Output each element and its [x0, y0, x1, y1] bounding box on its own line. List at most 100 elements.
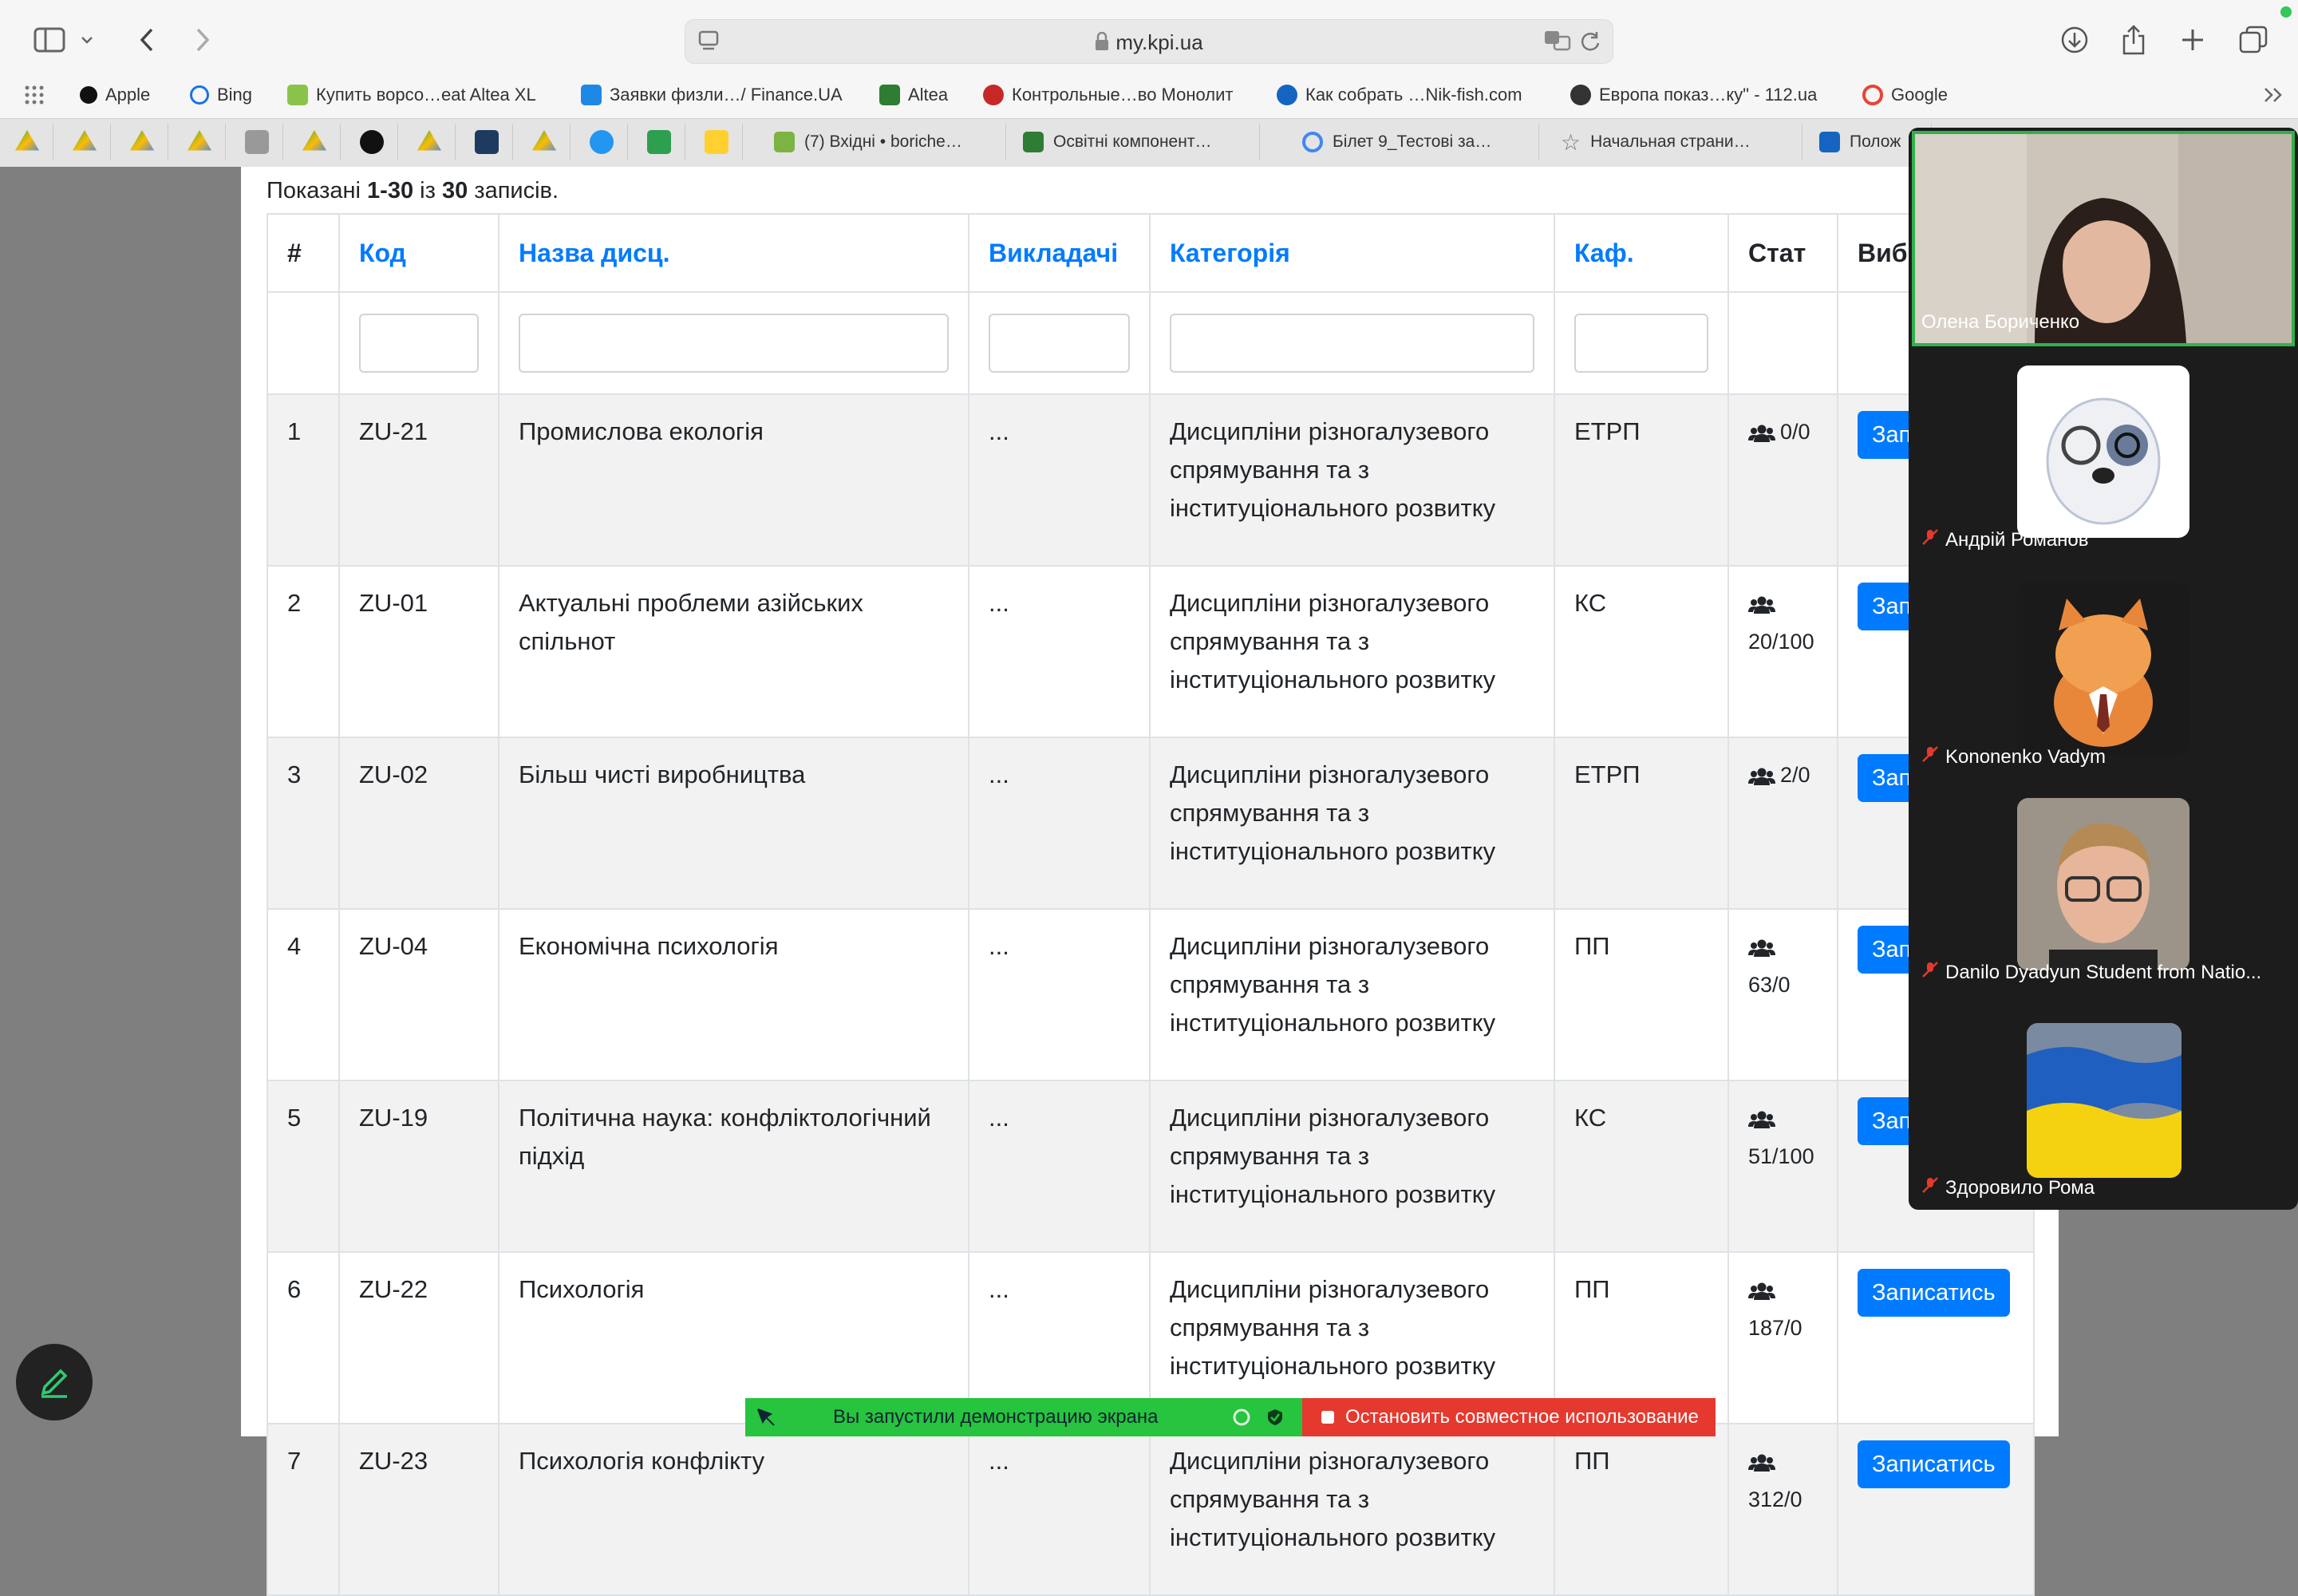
row-num: 7: [267, 1423, 340, 1596]
row-action: Записатись: [1837, 1423, 2035, 1596]
filter-category-input[interactable]: [1170, 314, 1534, 373]
more-favorites-icon[interactable]: [2263, 83, 2284, 107]
tab-inbox[interactable]: (7) Вхідні • boriche…: [758, 124, 1006, 160]
row-stat: 187/0: [1727, 1251, 1838, 1424]
page: Показані 1-30 із 30 записів. # Код Назва…: [241, 167, 2059, 1596]
drive-icon: [188, 130, 211, 151]
pinned-tab-plus[interactable]: [634, 124, 685, 160]
download-icon[interactable]: [2055, 21, 2094, 59]
row-teachers[interactable]: ...: [968, 1423, 1151, 1596]
table-row: 7 ZU-23 Психологія конфлікту... Дисципліни …: [267, 1423, 2035, 1596]
table-row: 2 ZU-01 Актуальні проблеми азійських спіль…: [267, 565, 2035, 738]
participant-tile-speaker[interactable]: Олена Бориченко: [1912, 131, 2295, 346]
tab-start-page[interactable]: ☆ Начальная страни…: [1545, 124, 1802, 160]
tab-ticket[interactable]: Білет 9_Тестові за…: [1286, 124, 1539, 160]
row-teachers[interactable]: ...: [968, 565, 1151, 738]
pinned-tab-miro[interactable]: [691, 124, 743, 160]
row-stat: 312/0: [1727, 1423, 1838, 1596]
pinned-tab-app[interactable]: [461, 124, 513, 160]
row-name: Актуальні проблеми азійських спільнот: [498, 565, 969, 738]
reload-icon[interactable]: [1579, 30, 1601, 57]
pinned-tab-drive-3[interactable]: [116, 124, 168, 160]
pinned-tab-drive-7[interactable]: [519, 124, 571, 160]
favorite-altea-xl[interactable]: Купить ворсо…eat Altea XL: [287, 83, 536, 107]
row-category: Дисципліни різногалузевого спрямування т…: [1149, 565, 1555, 738]
participant-name: Олена Бориченко: [1921, 311, 2080, 333]
pinned-tab-drive-6[interactable]: [404, 124, 456, 160]
favorites-bar: Apple Bing Купить ворсо…eat Altea XL Зая…: [0, 72, 2298, 118]
altea-icon: [879, 85, 900, 105]
row-teachers[interactable]: ...: [968, 393, 1151, 567]
tab-components[interactable]: Освітні компонент…: [1007, 124, 1260, 160]
video-call-panel: Олена Бориченко Андрій Романов Kononenko…: [1909, 128, 2298, 1210]
row-teachers[interactable]: ...: [968, 908, 1151, 1081]
sidebar-toggle-icon[interactable]: [30, 21, 69, 59]
doc-icon: [1819, 132, 1840, 152]
address-bar[interactable]: my.kpi.ua: [685, 19, 1613, 64]
favorite-112[interactable]: Европа показ…ку" - 112.ua: [1570, 83, 1817, 107]
enroll-button[interactable]: Записатись: [1858, 1269, 2010, 1317]
pinned-tab-drive-1[interactable]: [2, 124, 53, 160]
users-icon: [1748, 1449, 1780, 1473]
p-icon: [245, 130, 269, 154]
pinned-tab-p[interactable]: [231, 124, 283, 160]
filter-dept-input[interactable]: [1574, 314, 1708, 373]
forward-icon[interactable]: [184, 21, 222, 59]
new-tab-icon[interactable]: [2174, 21, 2212, 59]
stat-value: 2/0: [1780, 763, 1810, 787]
drag-handle-icon[interactable]: [755, 1406, 777, 1434]
miro-icon: [705, 130, 728, 154]
favorite-nik-fish[interactable]: Как собрать …Nik-fish.com: [1277, 83, 1522, 107]
stop-sharing-button[interactable]: Остановить совместное использование: [1302, 1398, 1716, 1436]
drive-icon: [15, 130, 39, 151]
table-row: 3 ZU-02 Більш чисті виробництва... Дисциплі…: [267, 737, 2035, 910]
mic-off-icon: [1921, 961, 1939, 984]
la-logo-icon: [287, 85, 308, 105]
col-header-teachers[interactable]: Викладачі: [968, 213, 1151, 293]
row-code: ZU-23: [338, 1423, 499, 1596]
tab-overview-icon[interactable]: [2234, 21, 2272, 59]
users-icon: [1748, 420, 1780, 444]
pinned-tab-openai[interactable]: [346, 124, 398, 160]
row-teachers[interactable]: ...: [968, 737, 1151, 910]
enroll-button[interactable]: Записатись: [1858, 1440, 2010, 1488]
translate-icon[interactable]: [1544, 30, 1571, 56]
table-row: 5 ZU-19 Політична наука: конфліктологічний…: [267, 1080, 2035, 1253]
row-code: ZU-02: [338, 737, 499, 910]
chevron-down-icon[interactable]: [75, 21, 99, 59]
col-header-stat: Стат: [1727, 213, 1838, 293]
favorite-bing[interactable]: Bing: [190, 83, 252, 107]
row-stat: 51/100: [1727, 1080, 1838, 1253]
grid-icon[interactable]: [24, 83, 45, 107]
favorite-monolit[interactable]: Контрольные…во Монолит: [983, 83, 1233, 107]
back-icon[interactable]: [128, 21, 166, 59]
row-code: ZU-22: [338, 1251, 499, 1424]
favorite-altea[interactable]: Altea: [879, 83, 948, 107]
share-icon[interactable]: [2114, 21, 2153, 59]
favorite-apple[interactable]: Apple: [80, 83, 150, 107]
col-header-category[interactable]: Категорія: [1149, 213, 1555, 293]
pinned-tab-link[interactable]: [576, 124, 628, 160]
finance-icon: [581, 85, 602, 105]
filter-name-input[interactable]: [519, 314, 949, 373]
favorite-google[interactable]: Google: [1862, 83, 1948, 107]
col-header-name[interactable]: Назва дисц.: [498, 213, 969, 293]
col-header-code[interactable]: Код: [338, 213, 499, 293]
stop-sharing-label: Остановить совместное использование: [1345, 1406, 1699, 1428]
drive-icon: [417, 130, 441, 151]
filter-teachers-input[interactable]: [989, 314, 1130, 373]
pinned-tab-drive-5[interactable]: [289, 124, 341, 160]
row-stat: 63/0: [1727, 908, 1838, 1081]
row-num: 3: [267, 737, 340, 910]
row-action: Записатись: [1837, 1251, 2035, 1424]
col-header-dept[interactable]: Каф.: [1554, 213, 1729, 293]
row-teachers[interactable]: ...: [968, 1080, 1151, 1253]
stat-value: 0/0: [1780, 420, 1810, 444]
filter-code-input[interactable]: [359, 314, 479, 373]
users-icon: [1748, 1106, 1780, 1130]
pinned-tab-drive-2[interactable]: [59, 124, 111, 160]
favorite-finance-ua[interactable]: Заявки физли…/ Finance.UA: [581, 83, 843, 107]
pinned-tab-drive-4[interactable]: [174, 124, 226, 160]
wordpress-icon: [1277, 85, 1297, 105]
annotate-button[interactable]: [16, 1344, 93, 1420]
